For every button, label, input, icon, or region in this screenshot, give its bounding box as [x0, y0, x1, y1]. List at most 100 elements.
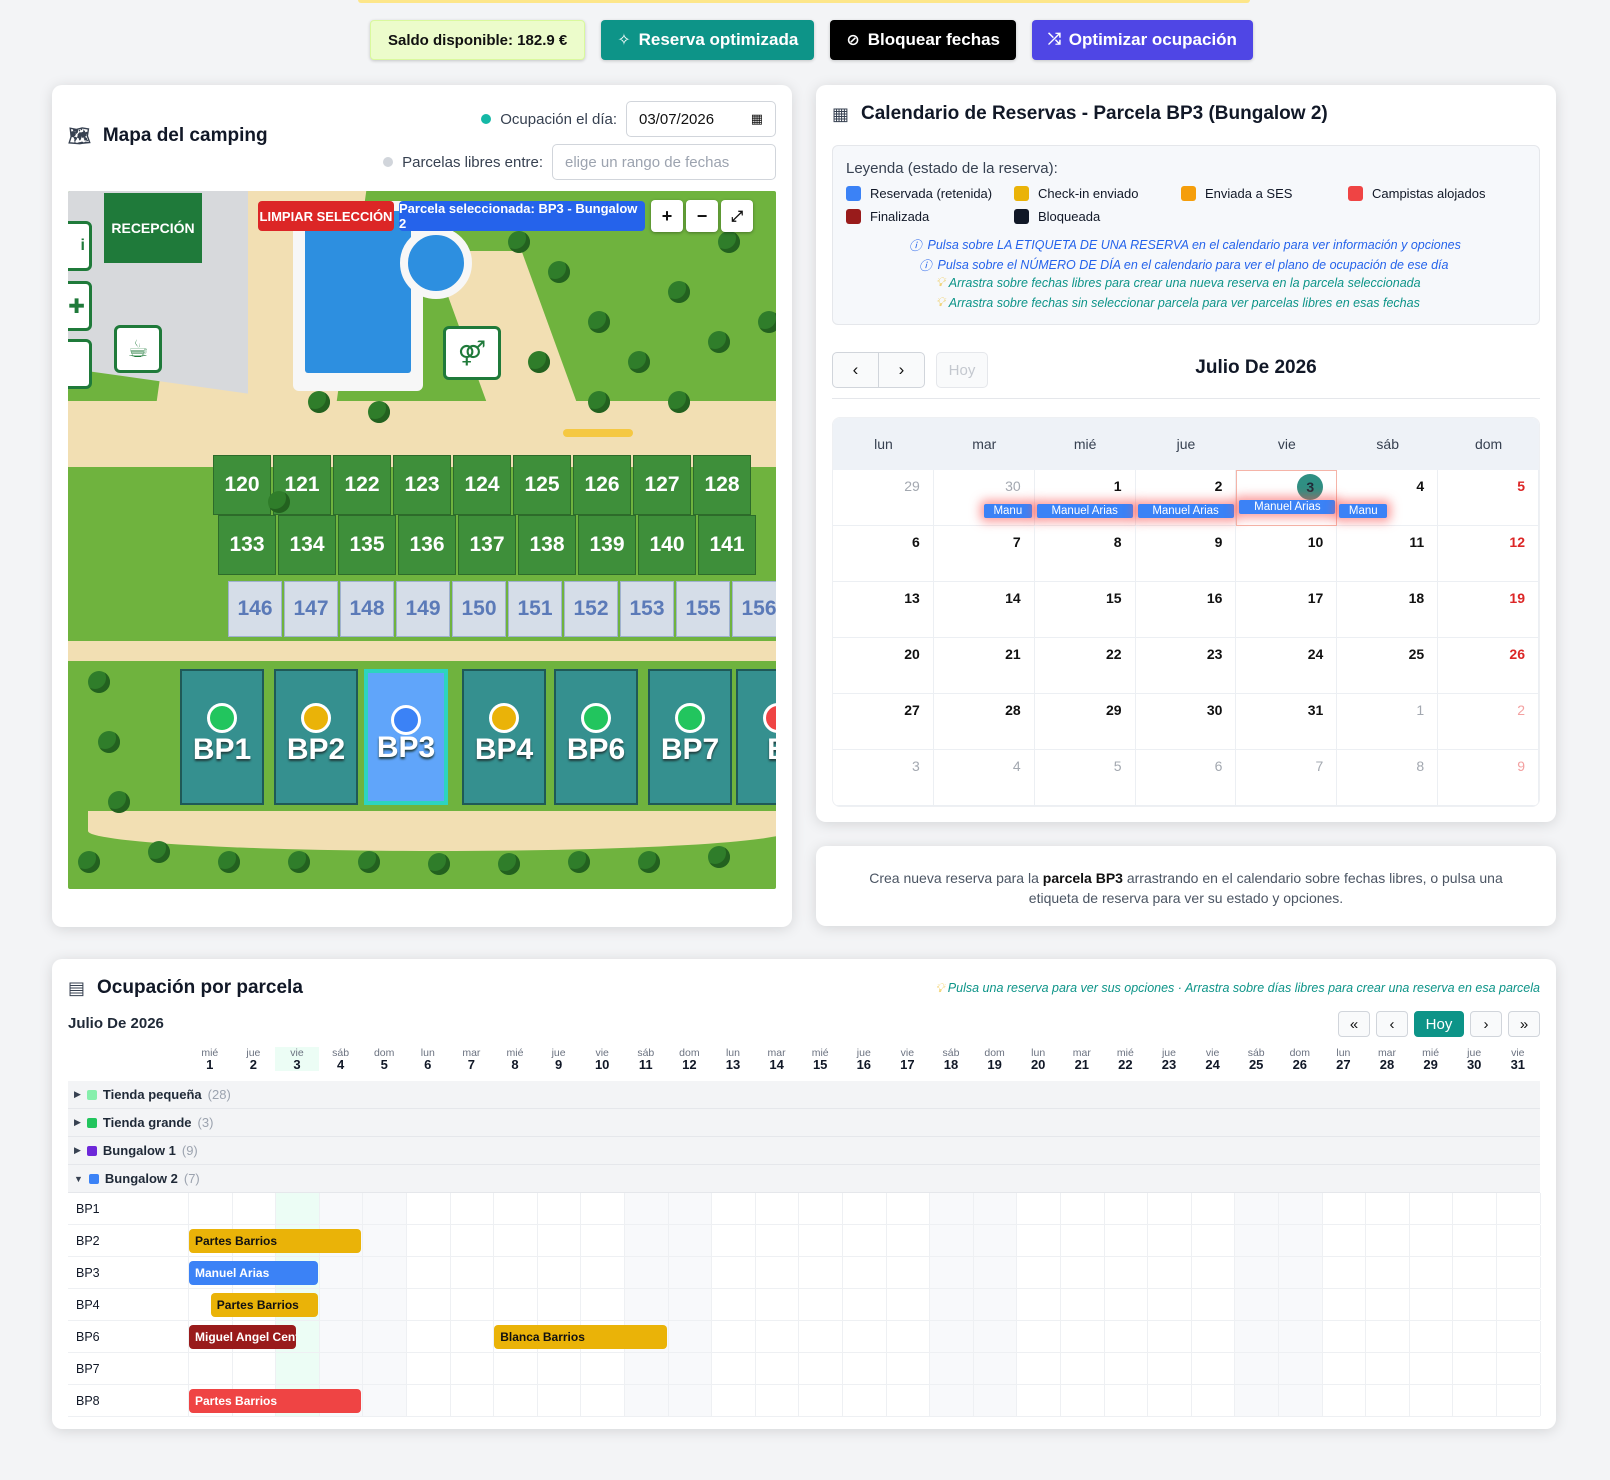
parcel-139[interactable]: 139	[578, 515, 636, 575]
parcel-151[interactable]: 151	[508, 581, 562, 637]
day-number[interactable]: 4	[1416, 478, 1424, 494]
parcel-cells[interactable]	[188, 1193, 1541, 1224]
booking-bar[interactable]: Miguel Angel Cente	[189, 1325, 296, 1349]
calendar-day[interactable]: 13	[833, 582, 934, 638]
day-column-header[interactable]: mar 14	[755, 1047, 799, 1071]
calendar-day[interactable]: 30 Manu	[933, 470, 1035, 526]
day-column-header[interactable]: dom 12	[668, 1047, 712, 1071]
day-number[interactable]: 21	[1005, 646, 1021, 662]
day-column-header[interactable]: mié 29	[1409, 1047, 1453, 1071]
calendar-day[interactable]: 25	[1337, 638, 1439, 694]
parcel-150[interactable]: 150	[452, 581, 506, 637]
group-row[interactable]: ▶ Bungalow 1 (9)	[68, 1137, 1540, 1165]
day-number[interactable]: 28	[1005, 702, 1021, 718]
day-column-header[interactable]: mar 28	[1365, 1047, 1409, 1071]
day-number[interactable]: 27	[904, 702, 920, 718]
day-column-header[interactable]: jue 9	[537, 1047, 581, 1071]
parcel-128[interactable]: 128	[693, 455, 751, 515]
calendar-day[interactable]: 26	[1438, 638, 1539, 694]
calendar-day[interactable]: 6	[833, 526, 934, 582]
day-column-header[interactable]: mar 21	[1060, 1047, 1104, 1071]
day-number[interactable]: 6	[912, 534, 920, 550]
day-column-header[interactable]: jue 30	[1452, 1047, 1496, 1071]
booking-label[interactable]: Manuel Arias	[1036, 504, 1133, 518]
fullscreen-button[interactable]: ⤢	[721, 200, 753, 232]
booking-label[interactable]: Manu	[983, 504, 1032, 518]
day-number[interactable]: 16	[1207, 590, 1223, 606]
parcel-152[interactable]: 152	[564, 581, 618, 637]
calendar-day[interactable]: 7	[933, 526, 1035, 582]
calendar-day[interactable]: 5	[1034, 750, 1136, 806]
day-column-header[interactable]: vie 31	[1496, 1047, 1540, 1071]
booking-bar[interactable]: Partes Barrios	[210, 1293, 318, 1317]
occupancy-date-input[interactable]: 03/07/2026 ▦	[626, 101, 776, 137]
clear-selection-button[interactable]: LIMPIAR SELECCIÓN	[258, 201, 394, 231]
booking-label[interactable]: Manuel Arias	[1137, 504, 1234, 518]
day-number[interactable]: 7	[1013, 534, 1021, 550]
day-column-header[interactable]: lun 27	[1322, 1047, 1366, 1071]
bungalow-BP1[interactable]: BP1	[180, 669, 264, 805]
today-button[interactable]: Hoy	[936, 352, 988, 388]
optimized-booking-button[interactable]: ✧ Reserva optimizada	[601, 20, 815, 60]
booking-bar[interactable]: Blanca Barrios	[494, 1325, 667, 1349]
day-column-header[interactable]: lun 6	[406, 1047, 450, 1071]
day-number[interactable]: 18	[1409, 590, 1425, 606]
parcel-147[interactable]: 147	[284, 581, 338, 637]
next-month-button[interactable]: ›	[879, 353, 924, 387]
day-column-header[interactable]: sáb 25	[1234, 1047, 1278, 1071]
zoom-out-button[interactable]: −	[686, 200, 718, 232]
day-number[interactable]: 25	[1409, 646, 1425, 662]
calendar-day[interactable]: 22	[1034, 638, 1136, 694]
day-column-header[interactable]: dom 26	[1278, 1047, 1322, 1071]
expand-arrow-icon[interactable]: ▶	[74, 1145, 81, 1156]
day-number[interactable]: 14	[1005, 590, 1021, 606]
day-number[interactable]: 15	[1106, 590, 1122, 606]
expand-arrow-icon[interactable]: ▶	[74, 1117, 81, 1128]
last-page-button[interactable]: »	[1508, 1011, 1540, 1037]
bungalow-BP4[interactable]: BP4	[462, 669, 546, 805]
parcel-cells[interactable]: Partes Barrios	[188, 1289, 1541, 1320]
day-number[interactable]: 30	[1005, 478, 1021, 494]
day-number[interactable]: 30	[1207, 702, 1223, 718]
day-column-header[interactable]: sáb 18	[929, 1047, 973, 1071]
calendar-day[interactable]: 11	[1337, 526, 1439, 582]
day-column-header[interactable]: dom 5	[362, 1047, 406, 1071]
day-number[interactable]: 31	[1308, 702, 1324, 718]
calendar-day[interactable]: 2 Manuel Arias	[1135, 470, 1237, 526]
parcel-136[interactable]: 136	[398, 515, 456, 575]
day-number[interactable]: 13	[904, 590, 920, 606]
parcel-141[interactable]: 141	[698, 515, 756, 575]
calendar-day[interactable]: 6	[1135, 750, 1237, 806]
day-number[interactable]: 23	[1207, 646, 1223, 662]
calendar-day[interactable]: 29	[833, 470, 934, 526]
bungalow-BP3[interactable]: BP3	[364, 669, 448, 805]
parcel-155[interactable]: 155	[676, 581, 730, 637]
calendar-day[interactable]: 10	[1236, 526, 1338, 582]
calendar-day[interactable]: 18	[1337, 582, 1439, 638]
day-column-header[interactable]: jue 16	[842, 1047, 886, 1071]
day-number[interactable]: 9	[1517, 758, 1525, 774]
booking-label[interactable]: Manu	[1339, 504, 1388, 518]
booking-bar[interactable]: Partes Barrios	[189, 1389, 362, 1413]
calendar-day[interactable]: 7	[1236, 750, 1338, 806]
day-number[interactable]: 17	[1308, 590, 1324, 606]
parcel-137[interactable]: 137	[458, 515, 516, 575]
day-number[interactable]: 3	[1297, 474, 1324, 500]
expand-arrow-icon[interactable]: ▼	[74, 1174, 83, 1184]
calendar-day[interactable]: 12	[1438, 526, 1539, 582]
day-column-header[interactable]: mar 7	[450, 1047, 494, 1071]
calendar-day[interactable]: 2	[1438, 694, 1539, 750]
first-page-button[interactable]: «	[1338, 1011, 1370, 1037]
calendar-day[interactable]: 5	[1438, 470, 1539, 526]
day-column-header[interactable]: sáb 11	[624, 1047, 668, 1071]
day-column-header[interactable]: lun 13	[711, 1047, 755, 1071]
booking-bar[interactable]: Manuel Arias	[189, 1261, 318, 1285]
parcel-124[interactable]: 124	[453, 455, 511, 515]
parcel-138[interactable]: 138	[518, 515, 576, 575]
day-column-header[interactable]: vie 3	[275, 1047, 319, 1071]
day-column-header[interactable]: jue 2	[232, 1047, 276, 1071]
bungalow-BP2[interactable]: BP2	[274, 669, 358, 805]
day-number[interactable]: 12	[1509, 534, 1525, 550]
parcel-133[interactable]: 133	[218, 515, 276, 575]
prev-page-button[interactable]: ‹	[1376, 1011, 1408, 1037]
